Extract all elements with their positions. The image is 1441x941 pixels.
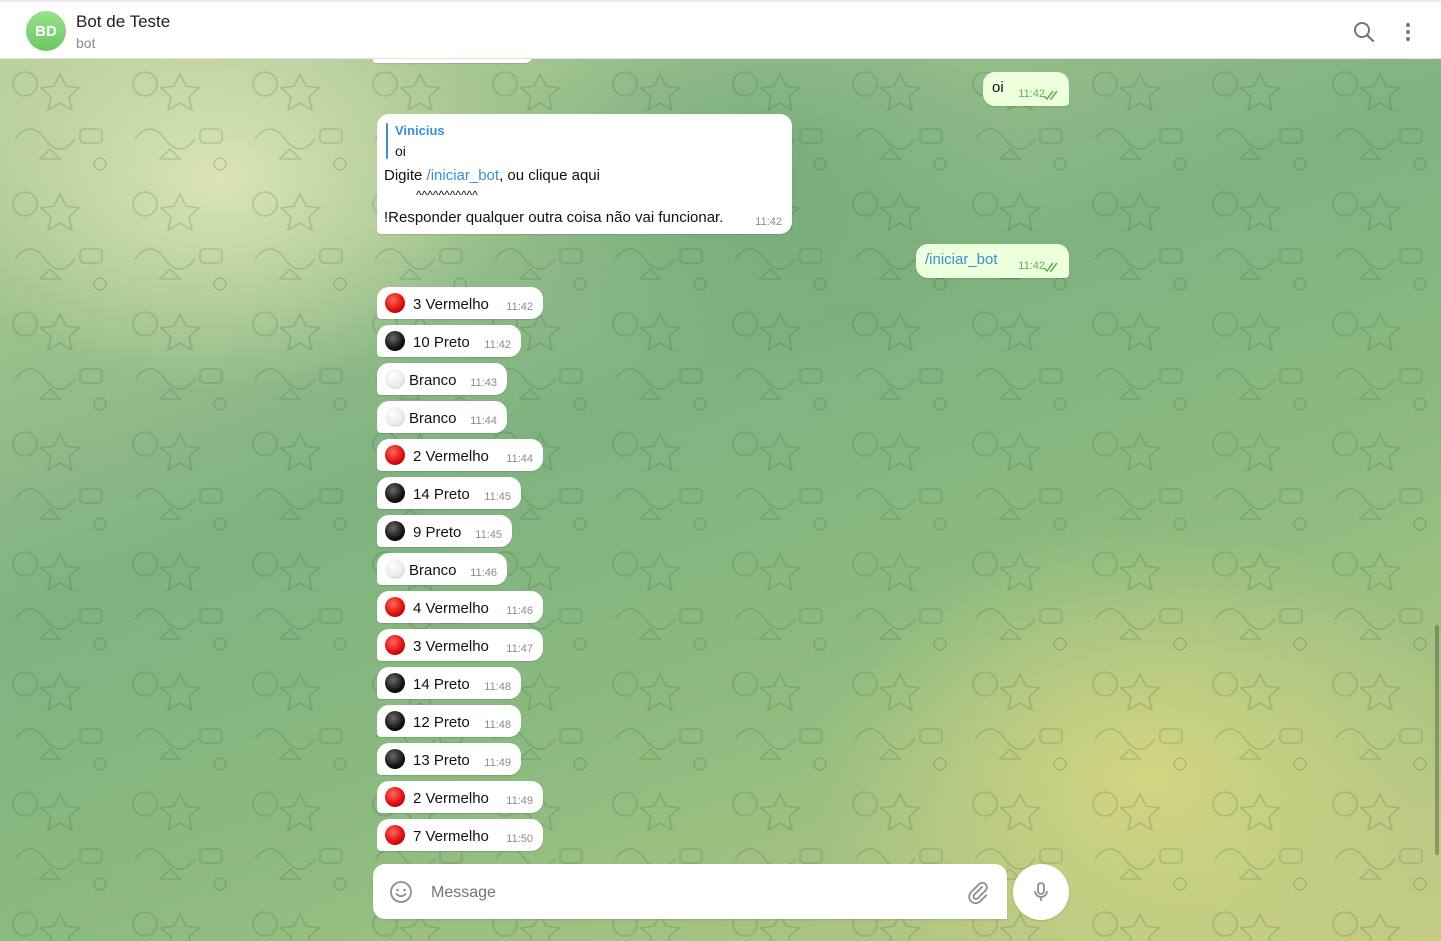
result-label: 10 Preto bbox=[413, 334, 470, 351]
roulette-result-message[interactable]: 14 Preto 11:45 bbox=[377, 477, 521, 509]
search-icon[interactable] bbox=[1352, 20, 1376, 44]
scrollbar-thumb[interactable] bbox=[1435, 625, 1439, 855]
instruction-line-3: !Responder qualquer outra coisa não vai … bbox=[384, 209, 724, 226]
chat-area[interactable]: oi 11:42 Vinicius oi Digite /iniciar_bot… bbox=[0, 59, 1441, 941]
reply-text: oi bbox=[395, 143, 406, 159]
double-check-icon bbox=[1043, 262, 1058, 273]
roulette-result-message[interactable]: 10 Preto 11:42 bbox=[377, 325, 521, 357]
red-circle-icon bbox=[385, 597, 405, 617]
result-label: 9 Preto bbox=[413, 524, 462, 541]
red-circle-icon bbox=[385, 445, 405, 465]
microphone-icon bbox=[1029, 880, 1053, 904]
message-time: 11:44 bbox=[506, 453, 533, 465]
roulette-result-message[interactable]: 9 Preto 11:45 bbox=[377, 515, 512, 547]
message-time: 11:48 bbox=[484, 719, 511, 731]
smile-icon[interactable] bbox=[389, 880, 413, 904]
double-check-icon bbox=[1043, 90, 1058, 101]
microphone-button[interactable] bbox=[1013, 864, 1069, 920]
message-time: 11:46 bbox=[506, 605, 533, 617]
roulette-result-message[interactable]: 3 Vermelho 11:47 bbox=[377, 629, 543, 661]
message-time: 11:50 bbox=[506, 833, 533, 845]
roulette-result-message[interactable]: 7 Vermelho 11:50 bbox=[377, 819, 543, 851]
message-time: 11:45 bbox=[484, 491, 511, 503]
result-label: 14 Preto bbox=[413, 676, 470, 693]
roulette-result-message[interactable]: 13 Preto 11:49 bbox=[377, 743, 521, 775]
outgoing-message[interactable]: oi 11:42 bbox=[983, 72, 1069, 106]
black-circle-icon bbox=[385, 331, 405, 351]
roulette-result-message[interactable]: 2 Vermelho 11:44 bbox=[377, 439, 543, 471]
command-link[interactable]: /iniciar_bot bbox=[925, 251, 998, 268]
result-label: 14 Preto bbox=[413, 486, 470, 503]
message-time: 11:42 bbox=[1018, 88, 1045, 100]
red-circle-icon bbox=[385, 787, 405, 807]
roulette-result-message[interactable]: Branco 11:44 bbox=[377, 401, 507, 433]
red-circle-icon bbox=[385, 825, 405, 845]
iniciar-bot-command-link[interactable]: /iniciar_bot bbox=[427, 167, 500, 184]
roulette-result-message[interactable]: 3 Vermelho 11:42 bbox=[377, 287, 543, 319]
black-circle-icon bbox=[385, 483, 405, 503]
result-label: 3 Vermelho bbox=[413, 638, 489, 655]
result-label: 3 Vermelho bbox=[413, 296, 489, 313]
black-circle-icon bbox=[385, 711, 405, 731]
more-vertical-icon[interactable] bbox=[1396, 20, 1420, 44]
message-time: 11:46 bbox=[470, 567, 497, 579]
instruction-prefix: Digite bbox=[384, 167, 427, 184]
result-label: 2 Vermelho bbox=[413, 448, 489, 465]
black-circle-icon bbox=[385, 673, 405, 693]
caret-line: ^^^^^^^^^^^ bbox=[416, 188, 478, 202]
roulette-result-message[interactable]: 4 Vermelho 11:46 bbox=[377, 591, 543, 623]
roulette-result-message[interactable]: 14 Preto 11:48 bbox=[377, 667, 521, 699]
bot-instruction-message[interactable]: Vinicius oi Digite /iniciar_bot, ou cliq… bbox=[377, 114, 792, 234]
result-label: 4 Vermelho bbox=[413, 600, 489, 617]
message-text: oi bbox=[992, 79, 1004, 96]
white-circle-icon bbox=[385, 407, 405, 427]
white-circle-icon bbox=[385, 369, 405, 389]
reply-author[interactable]: Vinicius bbox=[395, 123, 445, 138]
red-circle-icon bbox=[385, 293, 405, 313]
instruction-line-1: Digite /iniciar_bot, ou clique aqui bbox=[384, 167, 600, 184]
message-input[interactable] bbox=[429, 878, 933, 908]
message-time: 11:48 bbox=[484, 681, 511, 693]
chat-header: BD Bot de Teste bot bbox=[0, 0, 1441, 59]
message-time: 11:42 bbox=[506, 301, 533, 313]
previous-message-edge bbox=[373, 59, 533, 63]
result-label: Branco bbox=[409, 562, 457, 579]
roulette-result-message[interactable]: 12 Preto 11:48 bbox=[377, 705, 521, 737]
message-time: 11:49 bbox=[506, 795, 533, 807]
message-time: 11:42 bbox=[1018, 260, 1045, 272]
result-label: 7 Vermelho bbox=[413, 828, 489, 845]
message-time: 11:43 bbox=[470, 377, 497, 389]
message-time: 11:49 bbox=[484, 757, 511, 769]
roulette-result-message[interactable]: Branco 11:46 bbox=[377, 553, 507, 585]
chat-title[interactable]: Bot de Teste bbox=[76, 12, 170, 32]
message-time: 11:42 bbox=[755, 216, 782, 228]
message-time: 11:44 bbox=[470, 415, 497, 427]
result-label: Branco bbox=[409, 372, 457, 389]
paperclip-icon[interactable] bbox=[965, 880, 989, 905]
avatar[interactable]: BD bbox=[26, 11, 66, 51]
black-circle-icon bbox=[385, 749, 405, 769]
outgoing-command-message[interactable]: /iniciar_bot 11:42 bbox=[916, 244, 1069, 278]
roulette-result-message[interactable]: Branco 11:43 bbox=[377, 363, 507, 395]
red-circle-icon bbox=[385, 635, 405, 655]
instruction-suffix: , ou clique aqui bbox=[499, 167, 600, 184]
reply-quote-bar bbox=[386, 123, 388, 159]
white-circle-icon bbox=[385, 559, 405, 579]
roulette-result-message[interactable]: 2 Vermelho 11:49 bbox=[377, 781, 543, 813]
message-time: 11:45 bbox=[475, 529, 502, 541]
message-time: 11:47 bbox=[506, 643, 533, 655]
message-composer bbox=[373, 864, 1007, 919]
result-label: Branco bbox=[409, 410, 457, 427]
chat-subtitle: bot bbox=[76, 35, 96, 51]
result-label: 12 Preto bbox=[413, 714, 470, 731]
result-label: 2 Vermelho bbox=[413, 790, 489, 807]
message-time: 11:42 bbox=[484, 339, 511, 351]
black-circle-icon bbox=[385, 521, 405, 541]
result-label: 13 Preto bbox=[413, 752, 470, 769]
